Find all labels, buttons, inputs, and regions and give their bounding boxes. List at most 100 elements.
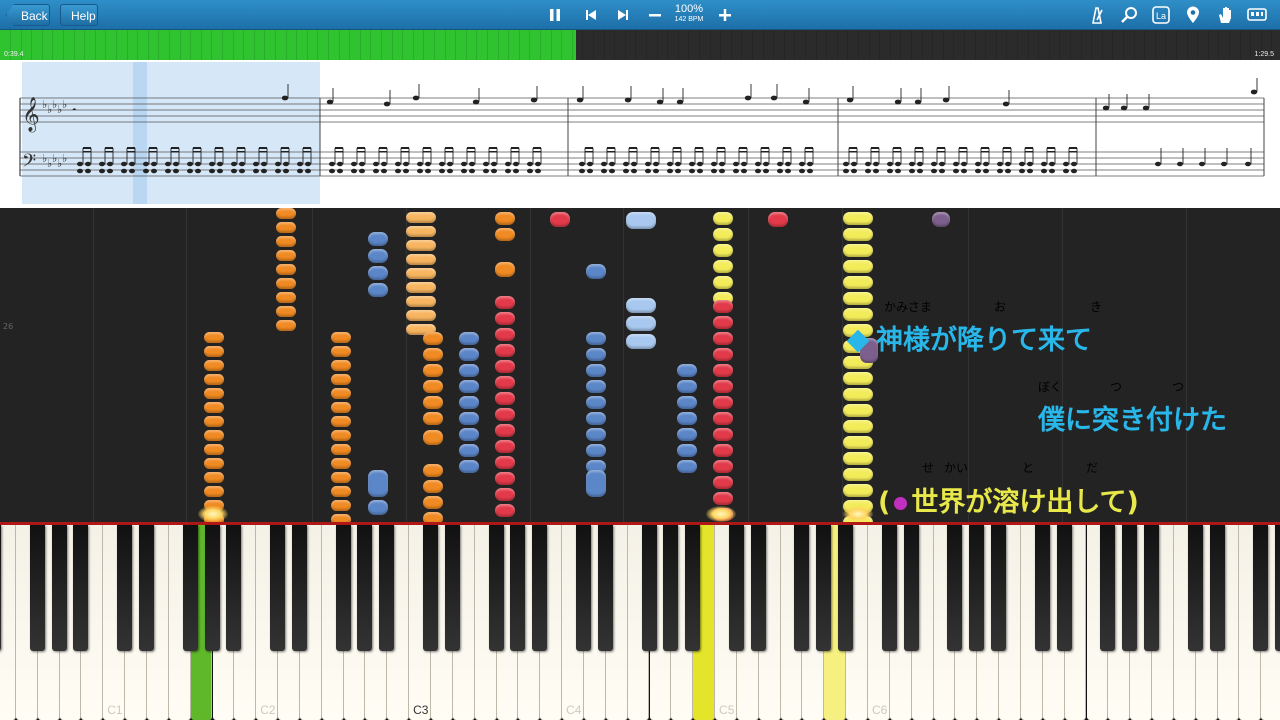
black-key[interactable]	[138, 525, 154, 651]
hand-icon[interactable]	[1214, 4, 1236, 26]
black-key[interactable]	[1253, 525, 1269, 651]
marker-icon[interactable]	[1182, 4, 1204, 26]
black-key[interactable]	[0, 525, 1, 651]
bass-note	[527, 168, 533, 174]
note-beam	[281, 147, 289, 149]
note-beam	[915, 147, 923, 149]
falling-note	[459, 396, 479, 409]
treble-note	[1002, 101, 1010, 107]
bass-note	[1155, 161, 1161, 167]
falling-note	[843, 452, 873, 465]
black-key[interactable]	[510, 525, 526, 651]
black-key[interactable]	[51, 525, 67, 651]
notation-icon[interactable]: La	[1150, 4, 1172, 26]
black-key[interactable]	[641, 525, 657, 651]
falling-note	[843, 244, 873, 257]
black-key[interactable]	[29, 525, 45, 651]
lyric-line-2: 僕に突き付けた	[1038, 405, 1227, 436]
black-key[interactable]	[597, 525, 613, 651]
help-button[interactable]: Help	[60, 4, 98, 26]
falling-note	[204, 444, 224, 455]
falling-note	[495, 312, 515, 325]
black-key[interactable]	[379, 525, 395, 651]
black-key[interactable]	[532, 525, 548, 651]
black-key[interactable]	[117, 525, 133, 651]
black-key[interactable]	[1034, 525, 1050, 651]
black-key[interactable]	[947, 525, 963, 651]
zoom-icon[interactable]	[1118, 4, 1140, 26]
falling-note	[677, 364, 697, 377]
bass-note	[983, 161, 989, 167]
black-key[interactable]	[488, 525, 504, 651]
tempo-bpm: 142 BPM	[674, 16, 704, 23]
tempo-display[interactable]: 100% 142 BPM	[668, 3, 710, 24]
treble-note	[281, 95, 289, 101]
black-key[interactable]	[728, 525, 744, 651]
black-key[interactable]	[1144, 525, 1160, 651]
note-beam	[149, 151, 157, 153]
black-key[interactable]	[685, 525, 701, 651]
black-key[interactable]	[881, 525, 897, 651]
black-key[interactable]	[663, 525, 679, 651]
bass-note	[425, 161, 431, 167]
treble-note	[1120, 105, 1128, 111]
note-beam	[1003, 151, 1011, 153]
bass-note	[461, 168, 467, 174]
keyboard-icon[interactable]	[1246, 4, 1268, 26]
black-key[interactable]	[816, 525, 832, 651]
black-key[interactable]	[750, 525, 766, 651]
black-key[interactable]	[357, 525, 373, 651]
back-button[interactable]: Back	[6, 4, 50, 26]
black-key[interactable]	[1275, 525, 1280, 651]
black-key[interactable]	[204, 525, 220, 651]
black-key[interactable]	[1187, 525, 1203, 651]
black-key[interactable]	[182, 525, 198, 651]
plus-icon[interactable]	[714, 4, 736, 26]
bass-note	[439, 168, 445, 174]
falling-note	[843, 436, 873, 449]
black-key[interactable]	[838, 525, 854, 651]
progress-bar[interactable]: 0:39.4 1:29.5	[0, 30, 1280, 60]
falling-note	[843, 388, 873, 401]
falling-note	[331, 374, 351, 385]
note-beam	[673, 151, 681, 153]
minus-icon[interactable]	[644, 4, 666, 26]
note-beam	[281, 151, 289, 153]
black-key[interactable]	[423, 525, 438, 651]
black-key[interactable]	[1056, 525, 1072, 651]
bass-note	[785, 168, 791, 174]
sheet-music[interactable]: 𝄞 𝄢 ♭ ♭ ♭ ♭ ♭ ♭ ♭ ♭ ♭ ♭ 𝄼	[0, 60, 1280, 208]
bass-note	[697, 168, 703, 174]
black-key[interactable]	[991, 525, 1007, 651]
black-key[interactable]	[1209, 525, 1225, 651]
black-key[interactable]	[335, 525, 351, 651]
black-key[interactable]	[270, 525, 286, 651]
white-key[interactable]	[0, 525, 16, 720]
black-key[interactable]	[73, 525, 89, 651]
piano-keyboard[interactable]: C1 C2 C3 C4 C5 C6	[0, 522, 1280, 720]
bass-note	[187, 161, 193, 167]
black-key[interactable]	[575, 525, 591, 651]
skip-back-icon[interactable]	[580, 4, 602, 26]
black-key[interactable]	[903, 525, 919, 651]
black-key[interactable]	[226, 525, 242, 651]
progress-tick	[476, 30, 478, 60]
black-key[interactable]	[291, 525, 307, 651]
black-key[interactable]	[444, 525, 460, 651]
progress-tick	[1091, 30, 1093, 60]
falling-note	[713, 380, 733, 393]
bass-note	[1005, 161, 1011, 167]
black-key[interactable]	[794, 525, 810, 651]
note-beam	[171, 147, 179, 149]
falling-note	[459, 348, 479, 361]
pause-icon[interactable]	[544, 4, 566, 26]
bass-note	[425, 168, 431, 174]
black-key[interactable]	[1122, 525, 1138, 651]
key-label: C5	[719, 703, 735, 717]
metronome-icon[interactable]	[1086, 4, 1108, 26]
black-key[interactable]	[969, 525, 985, 651]
black-key[interactable]	[1100, 525, 1116, 651]
note-beam	[739, 147, 747, 149]
treble-note	[942, 97, 950, 103]
skip-forward-icon[interactable]	[612, 4, 634, 26]
